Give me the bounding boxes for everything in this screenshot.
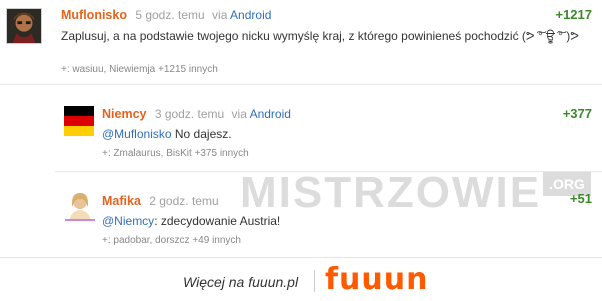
via-label: via (212, 8, 228, 22)
voters-list[interactable]: +: Zmalaurus, BisKit +375 innych (102, 148, 249, 159)
comment-meta: Muflonisko 5 godz. temu via Android (61, 8, 271, 22)
author-name[interactable]: Mafika (102, 194, 141, 208)
timestamp: 2 godz. temu (149, 194, 219, 208)
timestamp: 3 godz. temu (154, 107, 225, 121)
voters-list[interactable]: +: wasiuu, Niewiemja +1215 innych (61, 64, 218, 75)
footer: Więcej na fuuun.pl fuuun (0, 258, 602, 301)
mention-link[interactable]: @Muflonisko (102, 127, 172, 141)
avatar-icon[interactable] (6, 8, 42, 44)
watermark-text: MISTRZOWIE (240, 168, 542, 217)
comment-reply: Niemcy 3 godz. temu via Android +377 @Mu… (55, 86, 602, 172)
timestamp: 5 godz. temu (135, 8, 205, 22)
via-app-link[interactable]: Android (250, 107, 291, 121)
comment-meta: Niemcy 3 godz. temu via Android (102, 107, 291, 121)
via-label: via (231, 107, 247, 121)
comments-panel: Muflonisko 5 godz. temu via Android +121… (0, 0, 602, 258)
female-avatar-icon[interactable] (65, 191, 95, 221)
vote-score: +1217 (555, 7, 592, 22)
author-name[interactable]: Niemcy (102, 107, 146, 121)
comment-meta: Mafika 2 godz. temu (102, 194, 219, 208)
comment-text-rest: No dajesz. (171, 127, 232, 141)
mention-link[interactable]: @Niemcy (102, 214, 154, 228)
german-flag-icon[interactable] (64, 104, 94, 138)
vote-score: +377 (562, 106, 592, 121)
comment-text: Zaplusuj, a na podstawie twojego nicku w… (61, 29, 579, 43)
voters-list[interactable]: +: padobar, dorszcz +49 innych (102, 235, 241, 246)
comment-text: @Muflonisko No dajesz. (102, 126, 590, 142)
divider (314, 270, 315, 292)
watermark: MISTRZOWIE .ORG (240, 168, 591, 218)
vote-score: +51 (569, 191, 592, 206)
comment: Muflonisko 5 godz. temu via Android +121… (0, 0, 602, 85)
author-name[interactable]: Muflonisko (61, 8, 127, 22)
via-app-link[interactable]: Android (230, 8, 271, 22)
more-link[interactable]: Więcej na fuuun.pl (183, 274, 298, 290)
brand-logo[interactable]: fuuun (325, 262, 428, 297)
